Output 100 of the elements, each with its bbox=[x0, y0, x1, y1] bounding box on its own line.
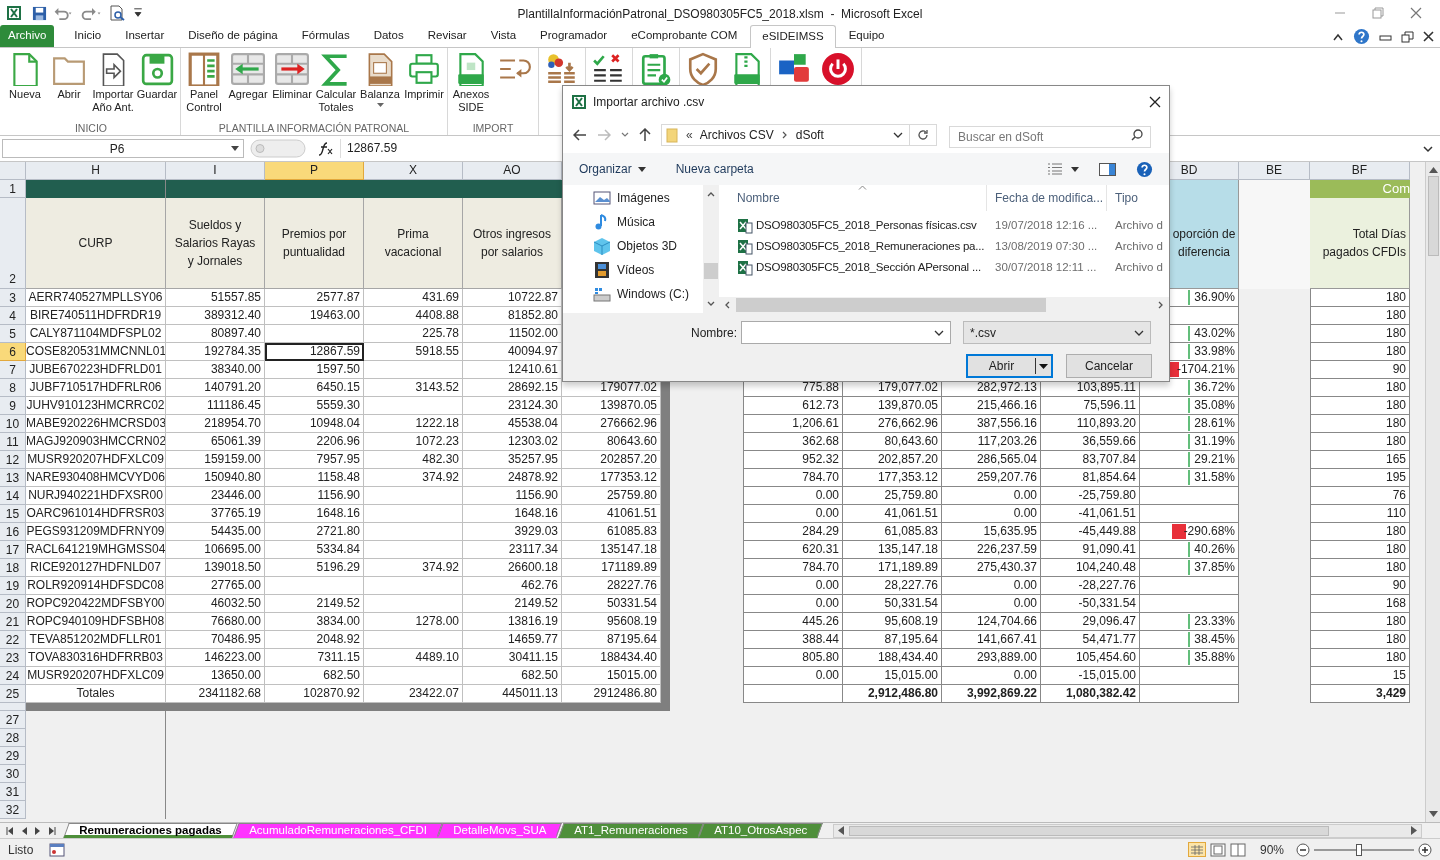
column-header[interactable]: Nombre bbox=[719, 185, 987, 211]
row-number[interactable]: 11 bbox=[0, 433, 26, 451]
horizontal-scrollbar[interactable] bbox=[833, 823, 1422, 838]
row-number[interactable]: 30 bbox=[0, 765, 26, 783]
ribbon-tab[interactable]: Insertar bbox=[114, 25, 176, 47]
ribbon-button[interactable]: Abrir bbox=[47, 52, 91, 101]
row-number[interactable]: 13 bbox=[0, 469, 26, 487]
scrollbar-thumb[interactable] bbox=[704, 263, 718, 279]
row-number[interactable]: 22 bbox=[0, 631, 26, 649]
row-number[interactable]: 17 bbox=[0, 541, 26, 559]
ribbon-tab[interactable]: Vista bbox=[479, 25, 528, 47]
row-number[interactable]: 27 bbox=[0, 711, 26, 729]
row-number[interactable]: 18 bbox=[0, 559, 26, 577]
ribbon-button[interactable]: Balanza bbox=[358, 52, 402, 108]
table-cell: 188434.40 bbox=[562, 649, 661, 667]
zoom-level[interactable]: 90% bbox=[1260, 840, 1292, 859]
ribbon-tab[interactable]: Equipo bbox=[837, 25, 896, 47]
table-cell: 41,061.51 bbox=[843, 505, 942, 523]
row-number[interactable]: 7 bbox=[0, 361, 26, 379]
breadcrumb-item[interactable]: dSoft bbox=[795, 126, 824, 144]
ribbon-button[interactable]: Guardar bbox=[135, 52, 179, 101]
column-header[interactable]: H bbox=[26, 162, 166, 180]
organize-menu[interactable]: Organizar bbox=[579, 160, 646, 178]
row-number[interactable]: 23 bbox=[0, 649, 26, 667]
sheet-tab[interactable]: AT1_Remuneraciones bbox=[557, 823, 703, 838]
column-header[interactable]: Tipo bbox=[1107, 189, 1138, 207]
row-number[interactable]: 29 bbox=[0, 747, 26, 765]
row-number[interactable]: 20 bbox=[0, 595, 26, 613]
row-number[interactable]: 5 bbox=[0, 325, 26, 343]
nav-item[interactable]: Imágenes bbox=[593, 188, 703, 208]
ribbon-button[interactable]: Nueva bbox=[3, 52, 47, 101]
column-header[interactable]: AO bbox=[463, 162, 562, 180]
file-name-field[interactable] bbox=[741, 321, 951, 344]
ribbon-tab[interactable]: Datos bbox=[362, 25, 415, 47]
ribbon-tab[interactable]: Inicio bbox=[63, 25, 113, 47]
new-folder-button[interactable]: Nueva carpeta bbox=[675, 160, 754, 178]
ribbon-tab[interactable]: Archivo bbox=[0, 25, 55, 47]
cancel-button[interactable]: Cancelar bbox=[1066, 354, 1152, 378]
ribbon-button[interactable]: Agregar bbox=[226, 52, 270, 101]
address-bar[interactable]: « Archivos CSV dSoft bbox=[661, 124, 937, 146]
ribbon-tab[interactable]: Revisar bbox=[416, 25, 478, 47]
row-number[interactable]: 6 bbox=[0, 343, 26, 361]
row-number[interactable]: 10 bbox=[0, 415, 26, 433]
row-number[interactable]: 15 bbox=[0, 505, 26, 523]
row-number[interactable]: 12 bbox=[0, 451, 26, 469]
row-number[interactable]: 1 bbox=[0, 180, 26, 198]
nav-item[interactable]: Música bbox=[593, 212, 703, 232]
ribbon-tab[interactable]: Programador bbox=[529, 25, 619, 47]
row-number[interactable]: 2 bbox=[0, 198, 26, 289]
row-number[interactable]: 9 bbox=[0, 397, 26, 415]
row-number[interactable]: 28 bbox=[0, 729, 26, 747]
row-number[interactable]: 21 bbox=[0, 613, 26, 631]
scrollbar-thumb[interactable] bbox=[849, 825, 1330, 836]
field-label: Nombre: bbox=[691, 324, 737, 342]
ribbon-button[interactable]: Panel Control bbox=[182, 52, 226, 114]
column-header[interactable]: Fecha de modifica... bbox=[987, 185, 1107, 211]
name-box[interactable]: P6 bbox=[2, 139, 244, 158]
row-number[interactable]: 8 bbox=[0, 379, 26, 397]
nav-item[interactable]: Windows (C:) bbox=[593, 284, 703, 304]
row-number[interactable]: 31 bbox=[0, 783, 26, 801]
scrollbar-thumb[interactable] bbox=[1427, 176, 1439, 256]
file-type-select[interactable]: *.csv bbox=[963, 321, 1151, 344]
search-field[interactable]: Buscar en dSoft bbox=[949, 126, 1151, 148]
table-cell: 0.00 bbox=[743, 505, 843, 523]
ribbon-tab[interactable]: Diseño de página bbox=[177, 25, 289, 47]
sheet-tab[interactable]: Remuneraciones pagadas bbox=[63, 823, 238, 838]
sheet-tab[interactable]: AT10_OtrosAspec bbox=[698, 823, 823, 838]
column-header[interactable]: BE bbox=[1239, 162, 1310, 180]
breadcrumb-item[interactable]: Archivos CSV bbox=[699, 126, 774, 144]
ribbon-button[interactable]: Anexos SIDE bbox=[449, 52, 493, 114]
row-number[interactable]: 4 bbox=[0, 307, 26, 325]
row-number[interactable]: 16 bbox=[0, 523, 26, 541]
row-number[interactable]: 32 bbox=[0, 801, 26, 819]
ribbon-tab[interactable]: eComprobante COM bbox=[620, 25, 749, 47]
vertical-scrollbar[interactable] bbox=[1425, 162, 1440, 822]
ribbon-button[interactable]: Importar Año Ant. bbox=[91, 52, 135, 114]
zoom-slider-thumb[interactable] bbox=[1356, 843, 1363, 856]
column-header[interactable]: P bbox=[265, 162, 364, 180]
nav-scrollbar[interactable] bbox=[703, 185, 719, 313]
table-cell: 180 bbox=[1310, 289, 1410, 307]
scrollbar-thumb[interactable] bbox=[736, 298, 1046, 312]
row-number[interactable]: 19 bbox=[0, 577, 26, 595]
ribbon-tab[interactable]: eSIDEIMSS bbox=[750, 25, 836, 48]
open-button[interactable]: Abrir bbox=[966, 354, 1053, 378]
column-header[interactable]: BF bbox=[1310, 162, 1410, 180]
table-cell: 104,240.48 bbox=[1041, 559, 1140, 577]
picture-icon bbox=[593, 189, 611, 207]
row-number[interactable]: 14 bbox=[0, 487, 26, 505]
ribbon-button[interactable]: Calcular Totales bbox=[314, 52, 358, 114]
ribbon-button[interactable]: Eliminar bbox=[270, 52, 314, 101]
ribbon-tab[interactable]: Fórmulas bbox=[290, 25, 361, 47]
row-number[interactable]: 25 bbox=[0, 685, 26, 703]
column-header[interactable]: I bbox=[166, 162, 265, 180]
nav-item[interactable]: Objetos 3D bbox=[593, 236, 703, 256]
list-scrollbar[interactable] bbox=[719, 297, 1169, 313]
ribbon-button[interactable]: Imprimir bbox=[402, 52, 446, 101]
row-number[interactable]: 24 bbox=[0, 667, 26, 685]
nav-item[interactable]: Vídeos bbox=[593, 260, 703, 280]
row-number[interactable]: 3 bbox=[0, 289, 26, 307]
column-header[interactable]: X bbox=[364, 162, 463, 180]
